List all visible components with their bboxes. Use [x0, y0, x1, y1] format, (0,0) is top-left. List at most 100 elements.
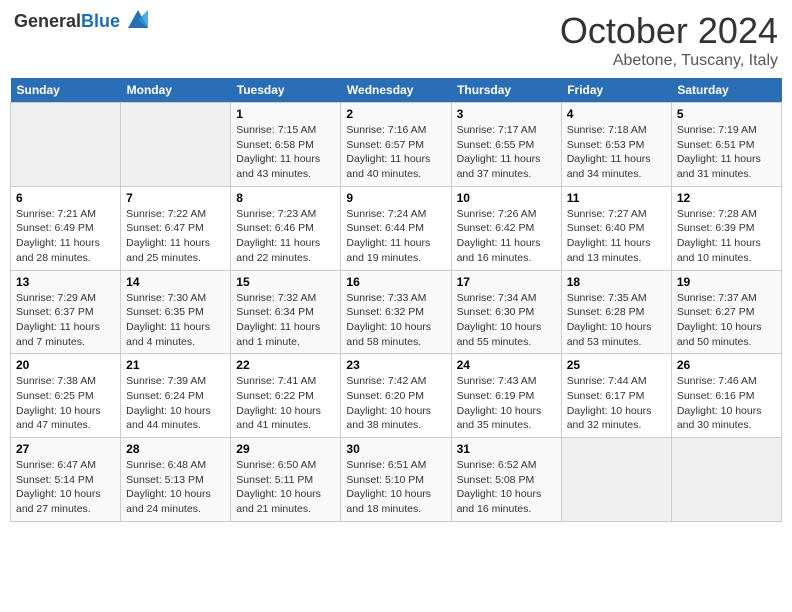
calendar-cell: 9Sunrise: 7:24 AM Sunset: 6:44 PM Daylig…	[341, 186, 451, 270]
day-info: Sunrise: 6:52 AM Sunset: 5:08 PM Dayligh…	[457, 458, 556, 517]
day-info: Sunrise: 7:39 AM Sunset: 6:24 PM Dayligh…	[126, 374, 225, 433]
calendar-cell: 16 Sunrise: 7:33 AM Sunset: 6:32 PM Dayli…	[341, 270, 451, 354]
day-number: 7	[126, 191, 225, 205]
day-number: 20	[16, 358, 115, 372]
calendar-cell: 5 Sunrise: 7:19 AM Sunset: 6:51 PM Daylig…	[671, 103, 781, 187]
day-info: Sunrise: 7:17 AM Sunset: 6:55 PM Dayligh…	[457, 123, 556, 182]
calendar-cell: 13Sunrise: 7:29 AM Sunset: 6:37 PM Dayli…	[11, 270, 121, 354]
day-number: 25	[567, 358, 666, 372]
day-info: Sunrise: 7:46 AM Sunset: 6:16 PM Dayligh…	[677, 374, 776, 433]
day-header-friday: Friday	[561, 78, 671, 103]
day-info: Sunrise: 7:21 AM Sunset: 6:49 PM Dayligh…	[16, 207, 115, 266]
calendar-cell: 6 Sunrise: 7:21 AM Sunset: 6:49 PM Daylig…	[11, 186, 121, 270]
calendar-cell	[561, 438, 671, 522]
day-number: 24	[457, 358, 556, 372]
day-number: 19	[677, 275, 776, 289]
day-info: Sunrise: 7:28 AM Sunset: 6:39 PM Dayligh…	[677, 207, 776, 266]
day-number: 18	[567, 275, 666, 289]
calendar-title: October 2024	[560, 10, 778, 52]
calendar-cell: 20 Sunrise: 7:38 AM Sunset: 6:25 PM Dayli…	[11, 354, 121, 438]
day-header-monday: Monday	[121, 78, 231, 103]
calendar-cell: 31 Sunrise: 6:52 AM Sunset: 5:08 PM Dayli…	[451, 438, 561, 522]
calendar-cell: 29 Sunrise: 6:50 AM Sunset: 5:11 PM Dayli…	[231, 438, 341, 522]
calendar-table: SundayMondayTuesdayWednesdayThursdayFrid…	[10, 78, 782, 522]
day-info: Sunrise: 7:32 AM Sunset: 6:34 PM Dayligh…	[236, 291, 335, 350]
day-number: 4	[567, 107, 666, 121]
day-info: Sunrise: 7:16 AM Sunset: 6:57 PM Dayligh…	[346, 123, 445, 182]
day-info: Sunrise: 7:44 AM Sunset: 6:17 PM Dayligh…	[567, 374, 666, 433]
day-number: 6	[16, 191, 115, 205]
day-info: Sunrise: 7:29 AM Sunset: 6:37 PM Dayligh…	[16, 291, 115, 350]
day-number: 29	[236, 442, 335, 456]
calendar-cell: 28 Sunrise: 6:48 AM Sunset: 5:13 PM Dayli…	[121, 438, 231, 522]
calendar-cell: 10Sunrise: 7:26 AM Sunset: 6:42 PM Dayli…	[451, 186, 561, 270]
calendar-week-3: 13Sunrise: 7:29 AM Sunset: 6:37 PM Dayli…	[11, 270, 782, 354]
calendar-cell	[11, 103, 121, 187]
calendar-cell: 24 Sunrise: 7:43 AM Sunset: 6:19 PM Dayli…	[451, 354, 561, 438]
day-number: 26	[677, 358, 776, 372]
calendar-cell: 22 Sunrise: 7:41 AM Sunset: 6:22 PM Dayli…	[231, 354, 341, 438]
day-number: 23	[346, 358, 445, 372]
day-info: Sunrise: 7:37 AM Sunset: 6:27 PM Dayligh…	[677, 291, 776, 350]
day-info: Sunrise: 7:15 AM Sunset: 6:58 PM Dayligh…	[236, 123, 335, 182]
day-header-sunday: Sunday	[11, 78, 121, 103]
day-number: 28	[126, 442, 225, 456]
calendar-cell: 30Sunrise: 6:51 AM Sunset: 5:10 PM Dayli…	[341, 438, 451, 522]
day-number: 12	[677, 191, 776, 205]
calendar-cell: 11Sunrise: 7:27 AM Sunset: 6:40 PM Dayli…	[561, 186, 671, 270]
day-number: 30	[346, 442, 445, 456]
day-info: Sunrise: 7:30 AM Sunset: 6:35 PM Dayligh…	[126, 291, 225, 350]
day-info: Sunrise: 7:42 AM Sunset: 6:20 PM Dayligh…	[346, 374, 445, 433]
day-number: 5	[677, 107, 776, 121]
day-number: 1	[236, 107, 335, 121]
calendar-cell: 25 Sunrise: 7:44 AM Sunset: 6:17 PM Dayli…	[561, 354, 671, 438]
day-info: Sunrise: 7:35 AM Sunset: 6:28 PM Dayligh…	[567, 291, 666, 350]
day-number: 14	[126, 275, 225, 289]
day-info: Sunrise: 6:47 AM Sunset: 5:14 PM Dayligh…	[16, 458, 115, 517]
day-number: 17	[457, 275, 556, 289]
calendar-week-2: 6 Sunrise: 7:21 AM Sunset: 6:49 PM Daylig…	[11, 186, 782, 270]
title-area: October 2024 Abetone, Tuscany, Italy	[560, 10, 778, 70]
calendar-cell: 14 Sunrise: 7:30 AM Sunset: 6:35 PM Dayli…	[121, 270, 231, 354]
calendar-header-row: SundayMondayTuesdayWednesdayThursdayFrid…	[11, 78, 782, 103]
calendar-cell: 26 Sunrise: 7:46 AM Sunset: 6:16 PM Dayli…	[671, 354, 781, 438]
day-number: 3	[457, 107, 556, 121]
day-info: Sunrise: 7:22 AM Sunset: 6:47 PM Dayligh…	[126, 207, 225, 266]
day-number: 16	[346, 275, 445, 289]
calendar-cell: 7 Sunrise: 7:22 AM Sunset: 6:47 PM Daylig…	[121, 186, 231, 270]
logo-icon	[124, 6, 152, 34]
calendar-cell	[121, 103, 231, 187]
day-info: Sunrise: 7:19 AM Sunset: 6:51 PM Dayligh…	[677, 123, 776, 182]
calendar-week-4: 20 Sunrise: 7:38 AM Sunset: 6:25 PM Dayli…	[11, 354, 782, 438]
day-number: 22	[236, 358, 335, 372]
calendar-location: Abetone, Tuscany, Italy	[560, 52, 778, 70]
calendar-cell: 27Sunrise: 6:47 AM Sunset: 5:14 PM Dayli…	[11, 438, 121, 522]
day-info: Sunrise: 7:34 AM Sunset: 6:30 PM Dayligh…	[457, 291, 556, 350]
calendar-cell: 15Sunrise: 7:32 AM Sunset: 6:34 PM Dayli…	[231, 270, 341, 354]
day-info: Sunrise: 7:38 AM Sunset: 6:25 PM Dayligh…	[16, 374, 115, 433]
day-number: 2	[346, 107, 445, 121]
calendar-week-1: 1 Sunrise: 7:15 AM Sunset: 6:58 PM Daylig…	[11, 103, 782, 187]
day-info: Sunrise: 7:43 AM Sunset: 6:19 PM Dayligh…	[457, 374, 556, 433]
day-header-wednesday: Wednesday	[341, 78, 451, 103]
day-info: Sunrise: 6:50 AM Sunset: 5:11 PM Dayligh…	[236, 458, 335, 517]
day-info: Sunrise: 7:23 AM Sunset: 6:46 PM Dayligh…	[236, 207, 335, 266]
calendar-cell: 2 Sunrise: 7:16 AM Sunset: 6:57 PM Daylig…	[341, 103, 451, 187]
day-info: Sunrise: 7:26 AM Sunset: 6:42 PM Dayligh…	[457, 207, 556, 266]
day-header-tuesday: Tuesday	[231, 78, 341, 103]
calendar-cell: 19 Sunrise: 7:37 AM Sunset: 6:27 PM Dayli…	[671, 270, 781, 354]
calendar-cell: 12 Sunrise: 7:28 AM Sunset: 6:39 PM Dayli…	[671, 186, 781, 270]
calendar-cell: 23 Sunrise: 7:42 AM Sunset: 6:20 PM Dayli…	[341, 354, 451, 438]
logo-general-text: General	[14, 11, 81, 31]
day-number: 31	[457, 442, 556, 456]
day-info: Sunrise: 7:18 AM Sunset: 6:53 PM Dayligh…	[567, 123, 666, 182]
day-number: 21	[126, 358, 225, 372]
day-info: Sunrise: 7:24 AM Sunset: 6:44 PM Dayligh…	[346, 207, 445, 266]
page-header: GeneralBlue October 2024 Abetone, Tuscan…	[10, 10, 782, 70]
calendar-week-5: 27Sunrise: 6:47 AM Sunset: 5:14 PM Dayli…	[11, 438, 782, 522]
day-info: Sunrise: 7:33 AM Sunset: 6:32 PM Dayligh…	[346, 291, 445, 350]
day-info: Sunrise: 7:41 AM Sunset: 6:22 PM Dayligh…	[236, 374, 335, 433]
calendar-cell: 17 Sunrise: 7:34 AM Sunset: 6:30 PM Dayli…	[451, 270, 561, 354]
day-number: 8	[236, 191, 335, 205]
day-info: Sunrise: 6:48 AM Sunset: 5:13 PM Dayligh…	[126, 458, 225, 517]
